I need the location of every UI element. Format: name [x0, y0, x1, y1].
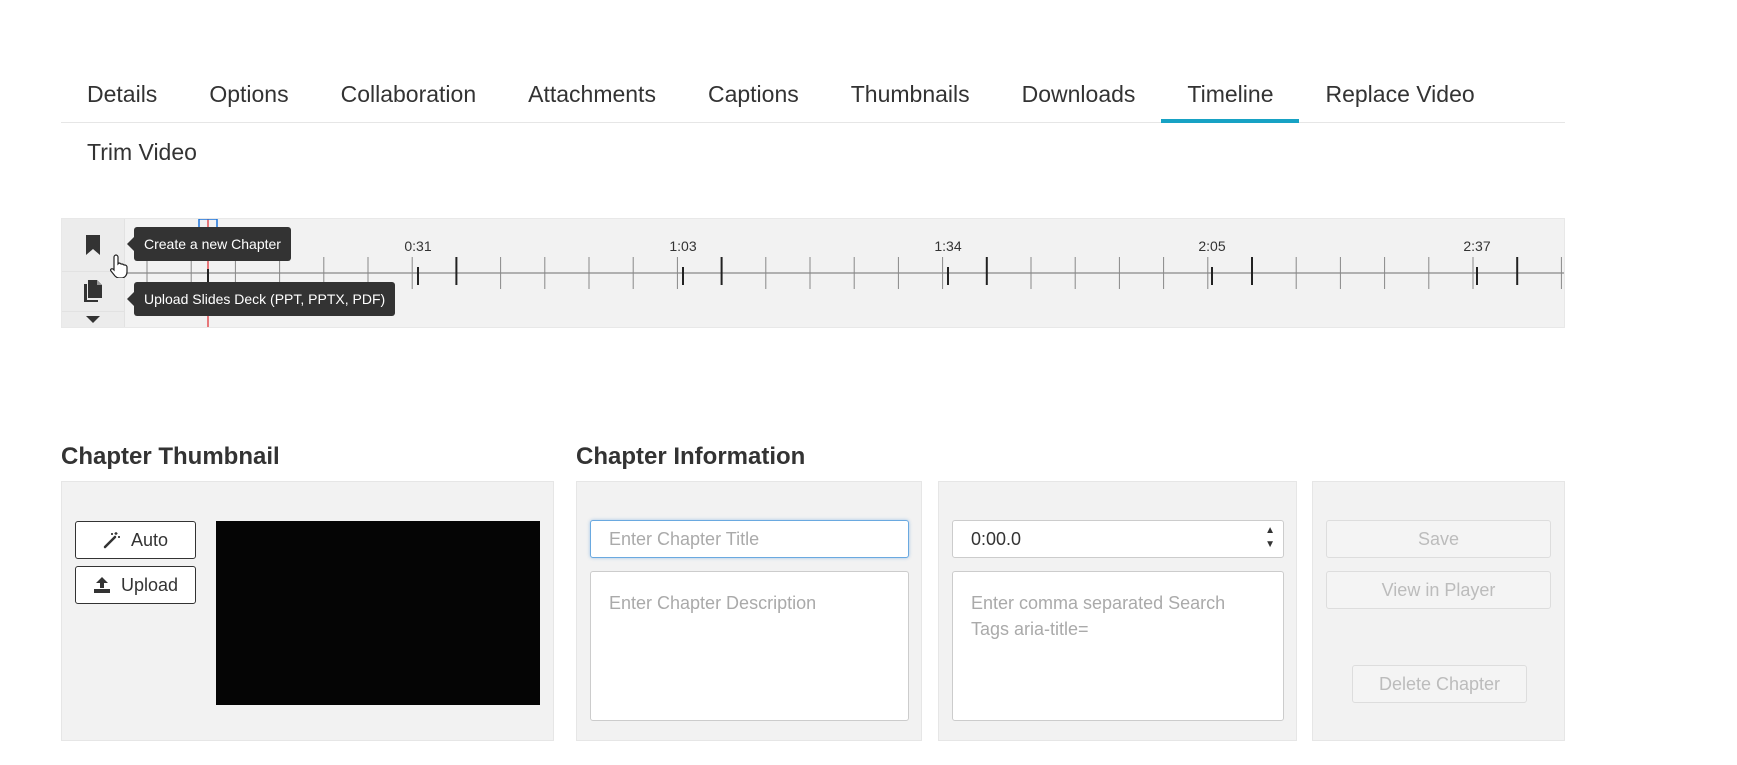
tab-details[interactable]: Details	[61, 65, 183, 122]
chapter-time-tags-panel: 0:00.0 ▲ ▼	[938, 481, 1297, 741]
save-button[interactable]: Save	[1326, 520, 1551, 558]
search-tags-input[interactable]	[952, 571, 1284, 721]
chapter-thumbnail-panel: Auto Upload	[61, 481, 554, 741]
chapter-actions-panel: Save View in Player Delete Chapter	[1312, 481, 1565, 741]
chapter-title-input[interactable]	[590, 520, 909, 558]
tick-label: 2:05	[1198, 238, 1225, 254]
tick-label: 0:31	[404, 238, 431, 254]
tab-captions[interactable]: Captions	[682, 65, 825, 122]
view-in-player-button[interactable]: View in Player	[1326, 571, 1551, 609]
tick-label: 1:03	[669, 238, 696, 254]
auto-thumbnail-button[interactable]: Auto	[75, 521, 196, 559]
tab-trim-video[interactable]: Trim Video	[61, 123, 223, 169]
magic-wand-icon	[103, 532, 120, 549]
tab-timeline[interactable]: Timeline	[1161, 65, 1300, 123]
tab-downloads[interactable]: Downloads	[996, 65, 1162, 122]
delete-chapter-button[interactable]: Delete Chapter	[1352, 665, 1527, 703]
upload-thumbnail-button[interactable]: Upload	[75, 566, 196, 604]
chapter-thumbnail-heading: Chapter Thumbnail	[61, 443, 280, 470]
chapter-text-panel	[576, 481, 922, 741]
chapter-information-heading: Chapter Information	[576, 443, 806, 470]
chapter-time-value: 0:00.0	[971, 528, 1022, 549]
file-copy-icon	[84, 280, 102, 302]
thumbnail-preview	[216, 521, 540, 705]
auto-button-label: Auto	[130, 529, 169, 550]
tick-label: 1:34	[934, 238, 961, 254]
upload-icon	[93, 577, 110, 593]
upload-slides-tooltip: Upload Slides Deck (PPT, PPTX, PDF)	[126, 282, 396, 316]
hand-cursor-icon	[110, 254, 128, 278]
caret-down-icon	[86, 316, 100, 323]
chapter-time-input[interactable]: 0:00.0 ▲ ▼	[952, 520, 1284, 558]
bookmark-icon	[86, 235, 100, 255]
tab-row-primary: Details Options Collaboration Attachment…	[61, 62, 1565, 123]
tab-collaboration[interactable]: Collaboration	[315, 65, 503, 122]
tab-replace-video[interactable]: Replace Video	[1299, 65, 1500, 122]
tab-attachments[interactable]: Attachments	[502, 65, 682, 122]
tab-options[interactable]: Options	[183, 65, 314, 122]
tick-label: 2:37	[1463, 238, 1490, 254]
time-increment-icon[interactable]: ▲	[1265, 526, 1275, 536]
more-tools-button[interactable]	[62, 311, 124, 328]
create-chapter-tooltip: Create a new Chapter	[127, 227, 291, 261]
time-decrement-icon[interactable]: ▼	[1265, 540, 1275, 550]
tab-thumbnails[interactable]: Thumbnails	[825, 65, 996, 122]
upload-button-label: Upload	[120, 574, 179, 595]
tab-bar: Details Options Collaboration Attachment…	[61, 62, 1565, 169]
chapter-description-input[interactable]	[590, 571, 909, 721]
tab-row-secondary: Trim Video	[61, 123, 1565, 169]
